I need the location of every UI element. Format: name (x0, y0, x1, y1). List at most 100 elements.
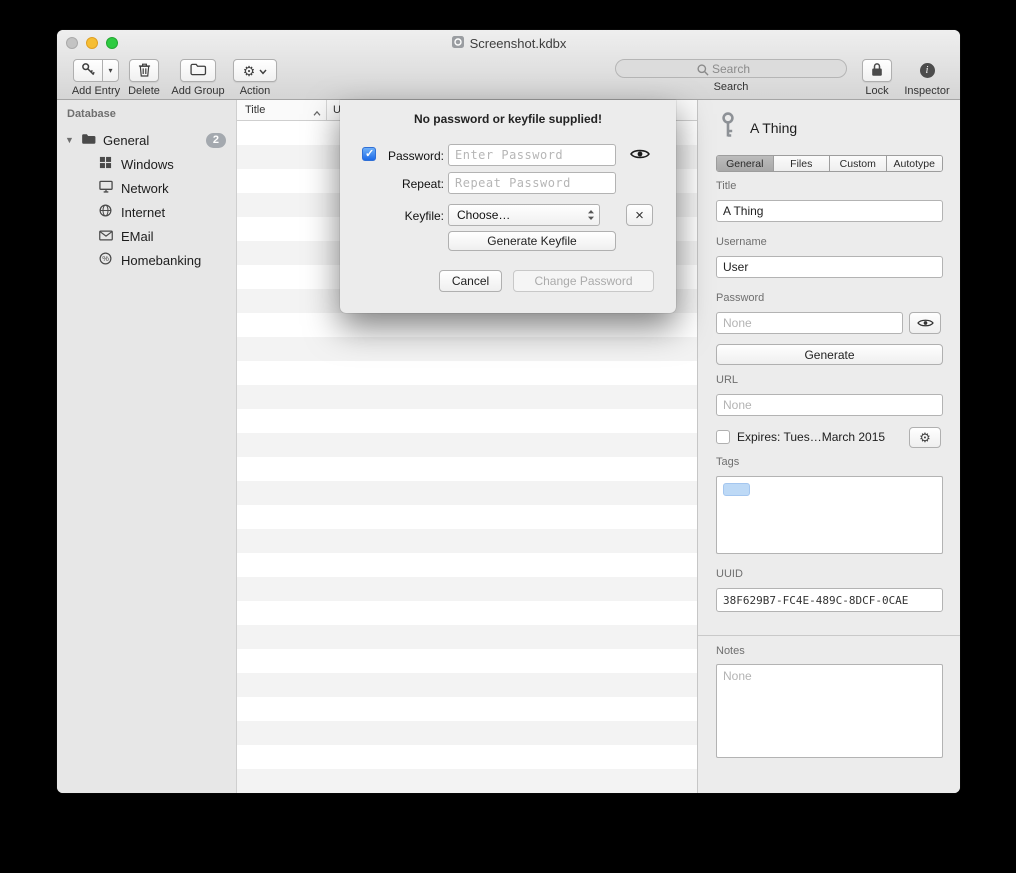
password-label: Password: (370, 149, 444, 163)
show-password-button[interactable] (626, 147, 653, 164)
tags-box[interactable] (716, 476, 943, 554)
group-label: Windows (121, 157, 174, 172)
add-entry-dropdown-button[interactable]: ▾ (102, 59, 119, 82)
uuid-input[interactable] (716, 588, 943, 612)
reveal-password-button[interactable] (909, 312, 941, 334)
toolbar: ▾ Add Entry Delete (57, 56, 960, 100)
trash-icon (138, 62, 151, 80)
inspector-label: Inspector (904, 85, 949, 97)
window-header: Screenshot.kdbx ▾ Add (57, 30, 960, 100)
group-label: EMail (121, 229, 154, 244)
key-icon (718, 112, 738, 144)
sidebar-item-email[interactable]: EMail (57, 224, 236, 248)
cancel-button[interactable]: Cancel (439, 270, 502, 292)
key-icon (81, 62, 96, 80)
gear-icon: ⚙ (919, 431, 931, 444)
title-input[interactable] (716, 200, 943, 222)
inspector-panel: A Thing General Files Custom Autotype Ti… (697, 100, 960, 793)
tab-autotype[interactable]: Autotype (887, 156, 943, 171)
window-title: Screenshot.kdbx (470, 36, 567, 51)
folder-icon (190, 63, 207, 79)
search-input[interactable] (616, 61, 846, 78)
window-title-wrap: Screenshot.kdbx (57, 35, 960, 52)
expires-options-button[interactable]: ⚙ (909, 427, 941, 448)
action-label: Action (240, 85, 271, 97)
delete-button[interactable] (129, 59, 159, 82)
url-field-label: URL (716, 374, 738, 386)
disclosure-triangle-icon[interactable]: ▼ (65, 135, 74, 145)
tab-custom[interactable]: Custom (830, 156, 887, 171)
delete-label: Delete (128, 85, 160, 97)
group-label: General (103, 133, 149, 148)
notes-field-label: Notes (716, 645, 745, 657)
username-field-label: Username (716, 236, 767, 248)
eye-icon (630, 148, 650, 163)
sidebar-item-network[interactable]: Network (57, 176, 236, 200)
folder-icon (81, 133, 97, 148)
enter-password-input[interactable] (448, 144, 616, 166)
group-label: Internet (121, 205, 165, 220)
add-entry-label: Add Entry (72, 85, 120, 97)
dialog-message: No password or keyfile supplied! (340, 112, 676, 126)
column-header-title[interactable]: Title (237, 100, 327, 120)
change-password-button: Change Password (513, 270, 654, 292)
tag-token[interactable] (723, 483, 750, 496)
inspector-toolbar-item: i Inspector (899, 59, 955, 97)
sidebar-item-windows[interactable]: Windows (57, 152, 236, 176)
sidebar-item-general[interactable]: ▼ General 2 (57, 128, 236, 152)
envelope-icon (99, 229, 113, 244)
add-group-toolbar-item: Add Group (167, 59, 229, 97)
group-label: Homebanking (121, 253, 201, 268)
sidebar-item-internet[interactable]: Internet (57, 200, 236, 224)
globe-icon (99, 204, 112, 220)
notes-placeholder: None (723, 669, 752, 683)
add-entry-button[interactable] (73, 59, 103, 82)
lock-label: Lock (865, 85, 888, 97)
keyfile-label: Keyfile: (370, 209, 444, 223)
generate-password-button[interactable]: Generate (716, 344, 943, 365)
column-title-label: Title (245, 104, 265, 116)
lock-button[interactable] (862, 59, 892, 82)
generate-keyfile-button[interactable]: Generate Keyfile (448, 231, 616, 251)
url-input[interactable] (716, 394, 943, 416)
sidebar: Database ▼ General 2 Windows (57, 100, 237, 793)
add-group-button[interactable] (180, 59, 216, 82)
up-down-chevrons-icon (583, 209, 599, 221)
chevron-down-icon: ▾ (108, 66, 112, 75)
entry-title: A Thing (750, 120, 797, 136)
title-field-label: Title (716, 180, 736, 192)
windows-icon (99, 156, 112, 172)
change-password-dialog: No password or keyfile supplied! Passwor… (340, 100, 676, 313)
group-label: Network (121, 181, 169, 196)
expires-checkbox[interactable] (716, 430, 730, 444)
clear-keyfile-button[interactable]: × (626, 204, 653, 226)
uuid-field-label: UUID (716, 568, 743, 580)
password-field-label: Password (716, 292, 764, 304)
close-x-icon: × (635, 207, 644, 224)
keyfile-popup-value: Choose… (449, 208, 583, 222)
action-button[interactable]: ⚙ (233, 59, 277, 82)
titlebar[interactable]: Screenshot.kdbx (57, 30, 960, 56)
lock-toolbar-item: Lock (859, 59, 895, 97)
search-icon (697, 63, 709, 81)
password-input[interactable] (716, 312, 903, 334)
sidebar-item-homebanking[interactable]: % Homebanking (57, 248, 236, 272)
tab-files[interactable]: Files (774, 156, 831, 171)
notes-textarea[interactable]: None (716, 664, 943, 758)
search-label: Search (714, 81, 749, 93)
entry-count-badge: 2 (206, 133, 226, 148)
action-toolbar-item: ⚙ Action (231, 59, 279, 97)
repeat-password-input[interactable] (448, 172, 616, 194)
inspector-button[interactable]: i (920, 59, 935, 82)
inspector-header: A Thing (718, 112, 797, 144)
keyfile-popup[interactable]: Choose… (448, 204, 600, 226)
add-group-label: Add Group (171, 85, 224, 97)
gear-icon: ⚙ (243, 64, 256, 78)
repeat-label: Repeat: (370, 177, 444, 191)
add-entry-toolbar-item: ▾ Add Entry (63, 59, 129, 97)
chevron-down-icon (259, 63, 267, 78)
lock-icon (871, 62, 883, 80)
tab-general[interactable]: General (717, 156, 774, 171)
inspector-tabs: General Files Custom Autotype (716, 155, 943, 172)
username-input[interactable] (716, 256, 943, 278)
